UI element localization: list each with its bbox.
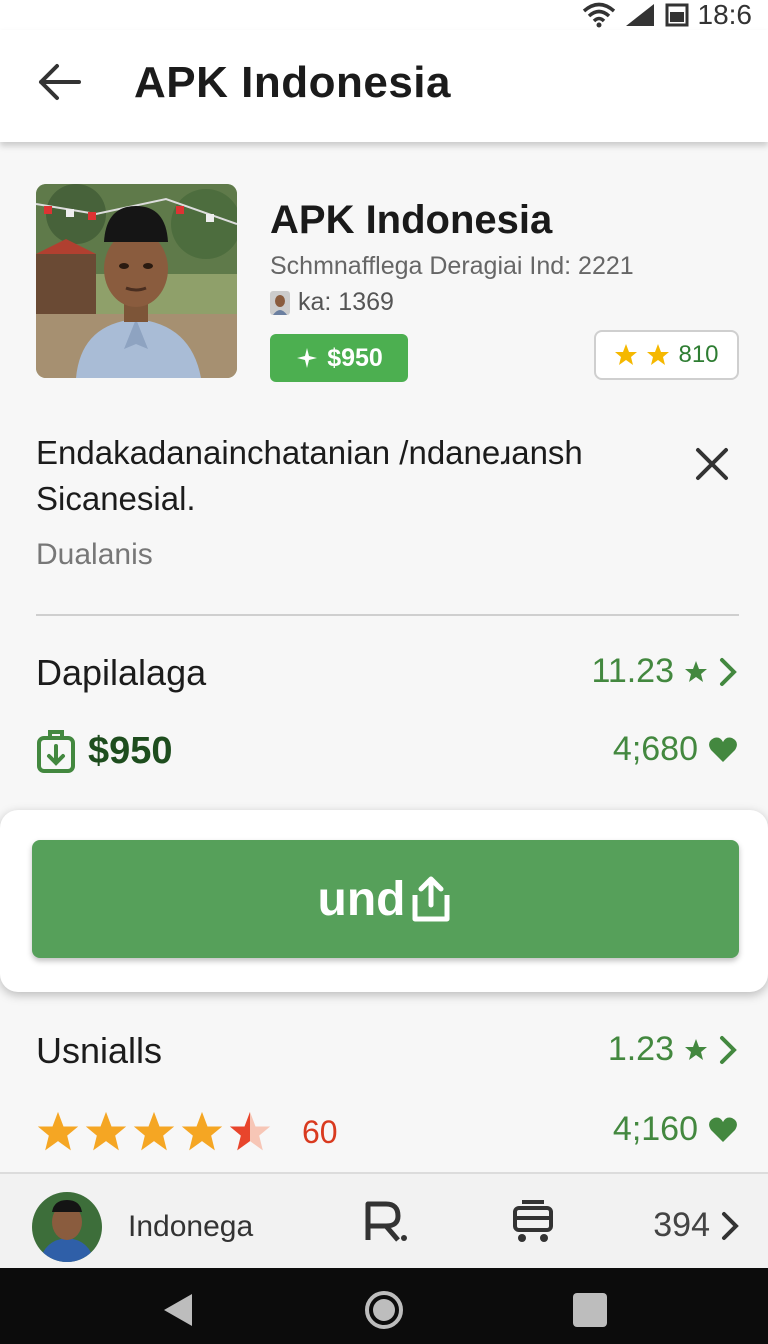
battery-icon — [665, 3, 688, 27]
price-badge-label: $950 — [327, 343, 383, 372]
system-nav-bar — [0, 1268, 768, 1344]
page-title: APK Indonesia — [134, 58, 451, 107]
star-half-icon — [229, 1111, 271, 1151]
section-usnialls-link[interactable]: 1.23 — [608, 1030, 738, 1069]
section-dapilalaga-value: 11.23 — [591, 652, 674, 690]
bottom-bar: Indonega 394 — [0, 1172, 768, 1268]
tab-cart[interactable] — [508, 1196, 558, 1246]
profile-name: Indonega — [128, 1210, 254, 1243]
upload-icon — [412, 876, 450, 922]
profile-avatar[interactable] — [32, 1192, 102, 1262]
price-badge[interactable]: $950 — [270, 334, 408, 382]
heart-icon — [709, 1117, 737, 1142]
bottom-count-link[interactable]: 394 — [653, 1206, 740, 1245]
section-usnialls-label: Usnialls — [36, 1030, 163, 1071]
star-icon — [685, 1038, 707, 1060]
nav-recents-button[interactable] — [570, 1290, 610, 1330]
app-icon-photo — [36, 184, 237, 378]
close-button[interactable] — [692, 444, 732, 484]
signal-icon — [625, 4, 654, 26]
star-icon — [85, 1111, 127, 1151]
arrow-left-icon — [39, 64, 81, 100]
rating-likes-value: 4;160 — [612, 1110, 698, 1148]
app-name: APK Indonesia — [270, 198, 553, 242]
square-recents-icon — [573, 1293, 607, 1327]
chevron-right-icon — [720, 657, 737, 686]
meta-text: ka: 1369 — [298, 288, 394, 316]
star-icon — [685, 660, 707, 682]
developer-line: Schmnafflega Deragiai Ind: 2221 — [270, 252, 634, 280]
description-text: Endakadanainchatanian /ndaneɹansh Sicane… — [36, 434, 583, 517]
chevron-right-icon — [722, 1211, 739, 1240]
rating-likes-row[interactable]: 4;160 — [613, 1110, 738, 1149]
section-dapilalaga-label: Dapilalaga — [36, 652, 207, 693]
star-icon — [181, 1111, 223, 1151]
nav-back-button[interactable] — [158, 1290, 198, 1330]
rating-stars-row: 60 — [36, 1110, 338, 1154]
app-bar: APK Indonesia — [0, 30, 768, 142]
price-value: $950 — [88, 729, 173, 772]
bottom-count-value: 394 — [653, 1206, 710, 1244]
status-bar: 18:6 — [0, 0, 768, 30]
meta-line: ka: 1369 — [270, 288, 394, 317]
section-dapilalaga-link[interactable]: 11.23 — [591, 652, 738, 691]
plane-icon — [297, 348, 318, 368]
star-icon — [647, 344, 670, 365]
status-time: 18:6 — [697, 0, 753, 30]
likes-value: 4;680 — [612, 730, 698, 768]
nav-home-button[interactable] — [364, 1290, 404, 1330]
cta-card: und — [0, 810, 768, 992]
circle-home-icon — [365, 1291, 403, 1329]
back-button[interactable] — [28, 56, 90, 108]
mini-avatar — [270, 290, 290, 315]
install-button[interactable]: und — [32, 840, 739, 958]
cart-icon — [513, 1200, 553, 1242]
close-icon — [696, 448, 728, 480]
price-row: $950 — [36, 728, 173, 774]
install-button-label: und — [317, 872, 406, 926]
rating-badge-value: 810 — [678, 341, 719, 368]
app-header-card: APK Indonesia Schmnafflega Deragiai Ind:… — [0, 162, 768, 402]
r-letter-icon — [365, 1201, 407, 1242]
triangle-back-icon — [164, 1294, 192, 1326]
star-icon — [615, 344, 638, 365]
status-icons: 18:6 — [582, 0, 753, 30]
divider — [36, 614, 739, 616]
download-bag-icon — [37, 730, 75, 773]
chevron-right-icon — [720, 1035, 737, 1064]
rating-count: 60 — [302, 1113, 338, 1150]
description-section: Endakadanainchatanian /ndaneɹansh Sicane… — [36, 430, 740, 572]
tab-profile[interactable] — [360, 1196, 410, 1246]
heart-icon — [709, 737, 737, 762]
likes-row[interactable]: 4;680 — [613, 730, 738, 769]
section-usnialls-value: 1.23 — [607, 1030, 674, 1068]
wifi-icon — [582, 2, 615, 28]
star-icon — [133, 1111, 175, 1151]
rating-badge[interactable]: 810 — [594, 330, 739, 380]
star-icon — [37, 1111, 79, 1151]
description-subtext: Dualanis — [36, 538, 153, 571]
